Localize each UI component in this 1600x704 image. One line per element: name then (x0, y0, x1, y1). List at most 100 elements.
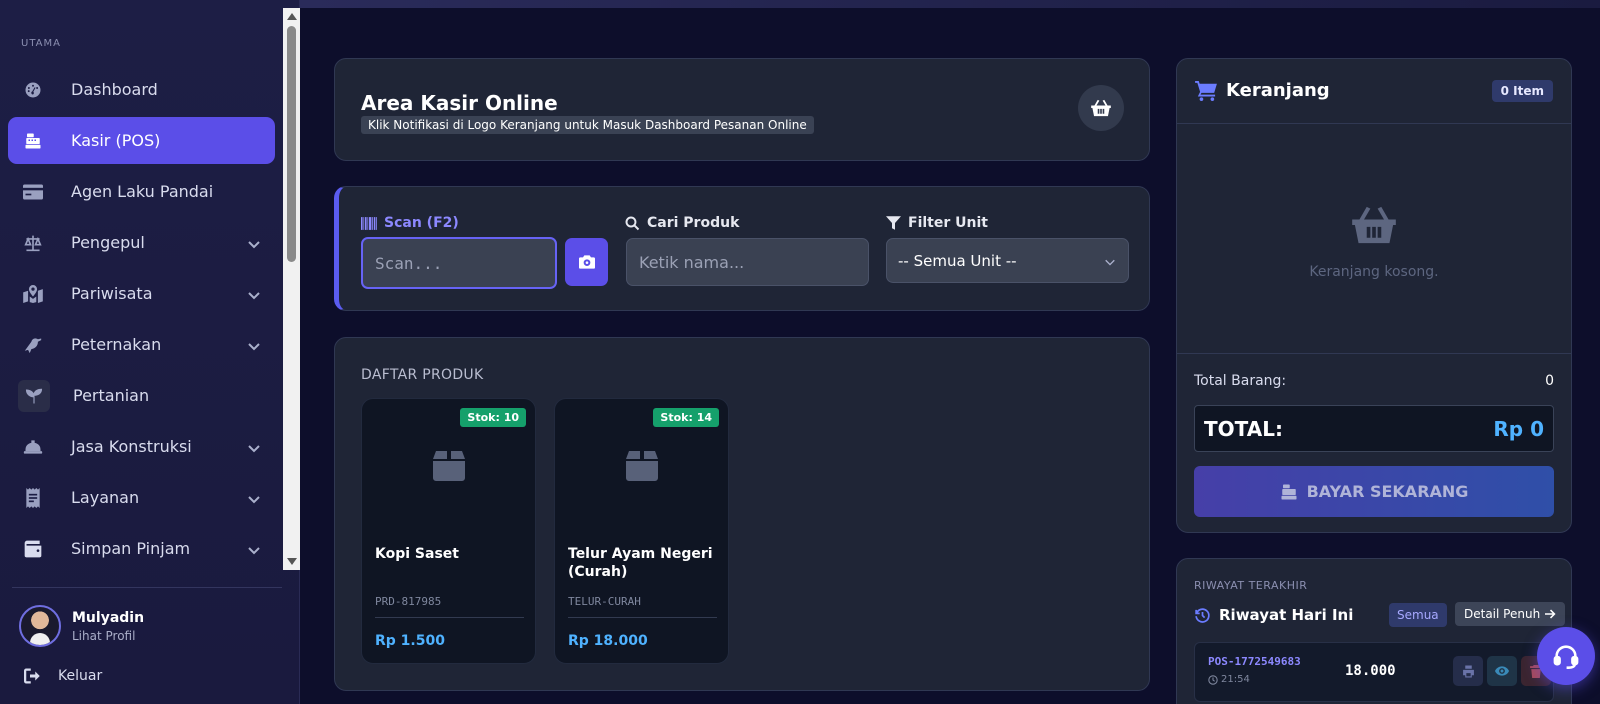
unit-filter-select[interactable]: -- Semua Unit -- (886, 238, 1129, 283)
filter-label: Filter Unit (886, 215, 988, 231)
online-orders-basket-button[interactable] (1078, 85, 1124, 131)
scrollbar-thumb[interactable] (287, 26, 296, 262)
product-price: Rp 18.000 (568, 633, 648, 649)
headset-icon (1552, 642, 1580, 670)
product-divider (568, 617, 717, 618)
camera-scan-button[interactable] (565, 238, 608, 286)
product-list-heading: DAFTAR PRODUK (361, 367, 484, 383)
sidebar-item-agen-laku-pandai[interactable]: Agen Laku Pandai (8, 168, 275, 215)
sidebar-item-label: Jasa Konstruksi (71, 437, 192, 456)
sidebar-item-label: Agen Laku Pandai (71, 182, 214, 201)
cart-empty-text: Keranjang kosong. (1309, 264, 1439, 280)
product-code: PRD-817985 (375, 595, 442, 608)
transaction-row[interactable]: POS-1772549683 21:54 18.000 (1194, 642, 1554, 702)
box-icon (626, 451, 658, 481)
history-icon (1194, 607, 1211, 624)
total-items-value: 0 (1545, 373, 1554, 389)
product-code: TELUR-CURAH (568, 595, 641, 608)
chevron-down-icon (1104, 254, 1116, 272)
history-detail-button[interactable]: Detail Penuh (1455, 602, 1566, 626)
profile-text: Mulyadin Lihat Profil (72, 610, 144, 643)
search-input[interactable] (626, 238, 869, 286)
shopping-cart-icon (1195, 80, 1217, 101)
map-icon (22, 283, 44, 305)
scan-label-text: Scan (F2) (384, 215, 459, 231)
empty-basket-icon (1352, 205, 1396, 249)
history-detail-label: Detail Penuh (1464, 607, 1541, 621)
search-icon (625, 216, 640, 231)
sidebar-scrollbar[interactable] (283, 8, 300, 570)
sidebar-item-layanan[interactable]: Layanan (8, 474, 275, 521)
sidebar-item-label: Simpan Pinjam (71, 539, 191, 558)
sidebar-item-pengepul[interactable]: Pengepul (8, 219, 275, 266)
stock-badge: Stok: 10 (460, 408, 526, 427)
eye-icon (1495, 665, 1509, 677)
cash-register-icon (22, 130, 44, 152)
search-label: Cari Produk (625, 215, 739, 231)
box-icon (433, 451, 465, 481)
sidebar-item-pertanian[interactable]: Pertanian (8, 372, 275, 419)
sidebar-item-label: Kasir (POS) (71, 131, 161, 150)
chevron-down-icon (247, 236, 261, 250)
scan-search-card: Scan (F2) Cari Produk Filter Unit -- Sem… (334, 186, 1150, 311)
sidebar-item-kasir-pos[interactable]: Kasir (POS) (8, 117, 275, 164)
product-price: Rp 1.500 (375, 633, 445, 649)
print-icon (1462, 665, 1475, 678)
scan-input[interactable] (361, 237, 557, 289)
grand-total-label: TOTAL: (1204, 417, 1283, 441)
sidebar-item-label: Layanan (71, 488, 140, 507)
support-chat-button[interactable] (1537, 627, 1595, 685)
view-transaction-button[interactable] (1487, 656, 1517, 686)
sidebar-item-label: Pertanian (73, 386, 150, 405)
transaction-amount: 18.000 (1345, 663, 1396, 679)
card-icon (22, 181, 44, 203)
product-card[interactable]: Stok: 14 Telur Ayam Negeri (Curah) TELUR… (554, 398, 729, 664)
product-divider (375, 617, 524, 618)
transaction-time-text: 21:54 (1221, 674, 1250, 685)
cart-divider (1177, 123, 1571, 124)
sidebar-item-label: Dashboard (71, 80, 158, 99)
sidebar: UTAMA Dashboard Kasir (POS) Agen Laku Pa… (0, 0, 300, 704)
filter-label-text: Filter Unit (908, 215, 988, 231)
logout-label: Keluar (58, 668, 103, 684)
scale-icon (22, 232, 44, 254)
receipt-icon (22, 487, 44, 509)
chevron-down-icon (247, 491, 261, 505)
logout-icon (24, 668, 42, 684)
bird-icon (22, 334, 44, 356)
clock-icon (1208, 674, 1218, 685)
sidebar-divider (12, 587, 282, 588)
product-card[interactable]: Stok: 10 Kopi Saset PRD-817985 Rp 1.500 (361, 398, 536, 664)
camera-icon (578, 255, 595, 269)
filter-icon (886, 216, 901, 230)
top-accent-bar (300, 0, 1600, 8)
sidebar-item-jasa-konstruksi[interactable]: Jasa Konstruksi (8, 423, 275, 470)
logout-button[interactable]: Keluar (24, 668, 102, 684)
recent-history-panel: RIWAYAT TERAKHIR Riwayat Hari Ini Semua … (1176, 558, 1572, 704)
avatar[interactable] (19, 605, 61, 647)
scroll-down-arrow-icon[interactable] (287, 558, 297, 565)
sidebar-item-label: Pariwisata (71, 284, 153, 303)
sidebar-item-simpan-pinjam[interactable]: Simpan Pinjam (8, 525, 275, 570)
arrow-right-icon (1545, 609, 1556, 619)
chevron-down-icon (247, 542, 261, 556)
print-receipt-button[interactable] (1453, 656, 1483, 686)
sidebar-item-pariwisata[interactable]: Pariwisata (8, 270, 275, 317)
history-all-button[interactable]: Semua (1389, 603, 1447, 627)
sidebar-item-peternakan[interactable]: Peternakan (8, 321, 275, 368)
transaction-id: POS-1772549683 (1208, 655, 1301, 668)
product-list-card: DAFTAR PRODUK Stok: 10 Kopi Saset PRD-81… (334, 337, 1150, 691)
dashboard-icon (22, 79, 44, 101)
view-profile-link[interactable]: Lihat Profil (72, 629, 144, 643)
search-label-text: Cari Produk (647, 215, 740, 231)
scroll-up-arrow-icon[interactable] (287, 13, 297, 20)
sidebar-item-dashboard[interactable]: Dashboard (8, 66, 275, 113)
user-profile[interactable]: Mulyadin Lihat Profil (19, 605, 144, 647)
pay-now-button[interactable]: BAYAR SEKARANG (1194, 466, 1554, 517)
page-title: Area Kasir Online (361, 91, 558, 115)
history-title-text: Riwayat Hari Ini (1219, 606, 1354, 624)
transaction-time: 21:54 (1208, 674, 1250, 685)
cashier-header-card: Area Kasir Online Klik Notifikasi di Log… (334, 58, 1150, 161)
profile-name: Mulyadin (72, 609, 145, 626)
cart-title: Keranjang (1195, 80, 1330, 101)
